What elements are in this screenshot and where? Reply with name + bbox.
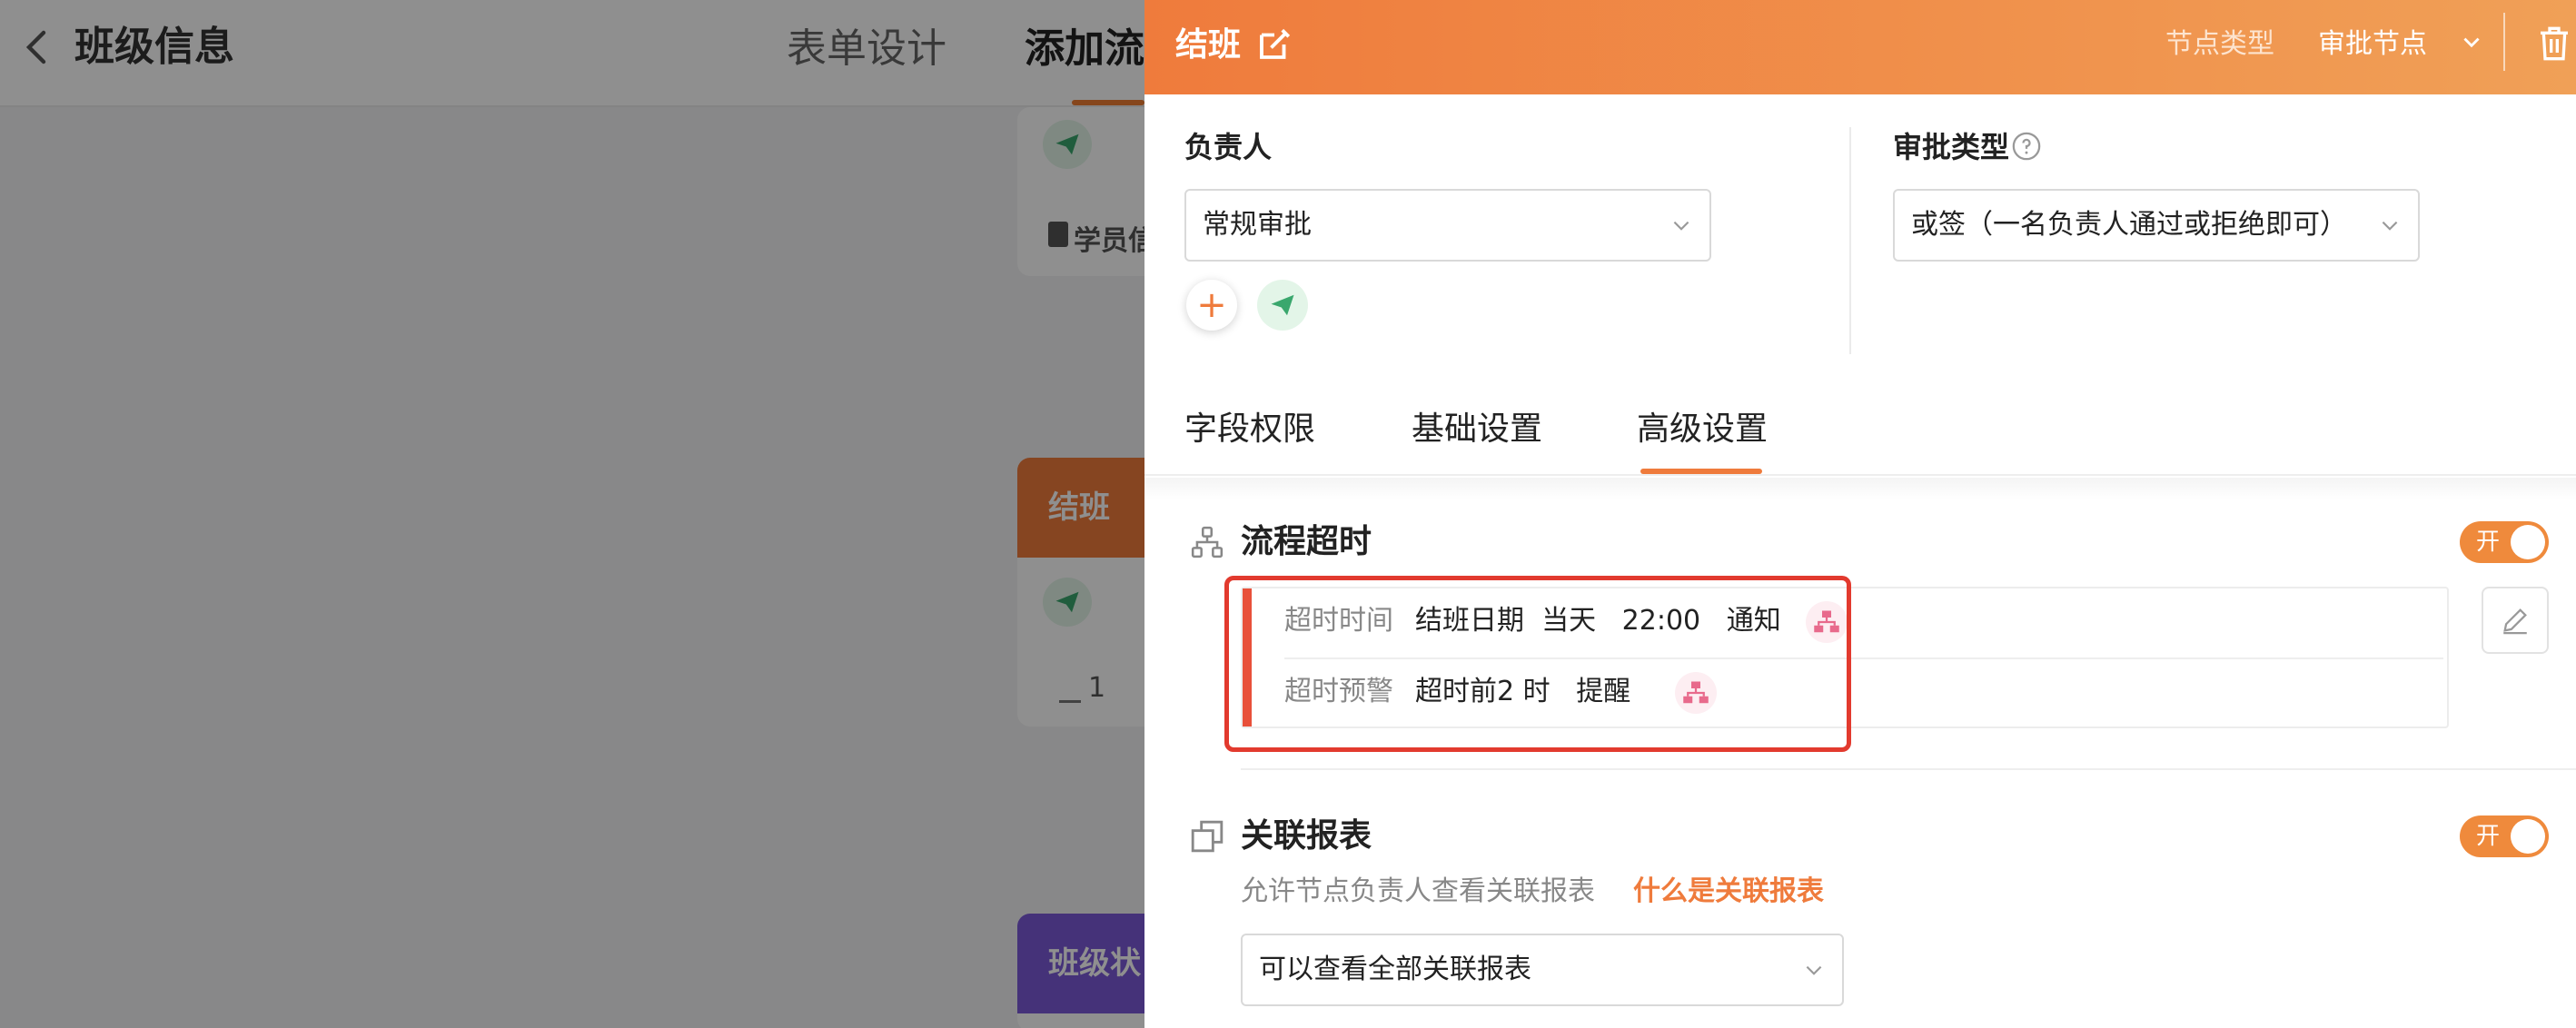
send-icon — [1271, 294, 1294, 316]
toggle-knob — [2511, 819, 2545, 854]
owner-select-value: 常规审批 — [1203, 209, 1312, 241]
tab-field-permissions[interactable]: 字段权限 — [1184, 407, 1315, 452]
node-type-select[interactable]: 审批节点 — [2318, 22, 2427, 67]
approval-type-select[interactable]: 或签（一名负责人通过或拒绝即可） — [1893, 189, 2420, 262]
what-is-report-link[interactable]: 什么是关联报表 — [1633, 872, 1824, 912]
toggle-label: 开 — [2476, 823, 2501, 850]
chevron-down-icon — [2382, 221, 2398, 231]
approval-type-label: 审批类型 — [1893, 130, 2010, 164]
linked-report-icon — [1190, 819, 1224, 854]
tab-advanced-settings[interactable]: 高级设置 — [1637, 407, 1768, 452]
timeout-section-title: 流程超时 — [1241, 523, 1372, 560]
tabs-shadow — [1144, 478, 2576, 499]
chevron-down-icon — [1806, 965, 1822, 975]
modal-overlay[interactable] — [0, 0, 1144, 1028]
header-divider — [2503, 13, 2505, 71]
drawer-header: 结班 节点类型 审批节点 — [1144, 0, 2576, 94]
pencil-icon — [2503, 608, 2527, 635]
chevron-down-icon[interactable] — [2460, 31, 2483, 54]
timeout-toggle[interactable]: 开 — [2460, 521, 2549, 563]
owner-label: 负责人 — [1184, 130, 1273, 164]
settings-tabs: 字段权限 基础设置 高级设置 — [1144, 381, 2576, 476]
node-settings-drawer: 结班 节点类型 审批节点 负责人 常规审批 + 审批类型 或签（一名负责人通过或… — [1144, 0, 2576, 1028]
edit-timeout-button[interactable] — [2482, 587, 2549, 654]
drawer-title: 结班 — [1175, 26, 1242, 64]
toggle-knob — [2511, 525, 2545, 559]
trash-icon[interactable] — [2536, 24, 2572, 64]
report-scope-select[interactable]: 可以查看全部关联报表 — [1241, 934, 1844, 1006]
send-notify-button[interactable] — [1257, 280, 1308, 331]
add-owner-button[interactable]: + — [1186, 280, 1237, 331]
report-scope-value: 可以查看全部关联报表 — [1259, 954, 1531, 985]
annotation-highlight-box — [1224, 576, 1851, 752]
help-icon[interactable] — [2011, 131, 2042, 162]
tab-basic-settings[interactable]: 基础设置 — [1412, 407, 1542, 452]
flow-icon — [1190, 525, 1224, 559]
chevron-down-icon — [1673, 221, 1689, 231]
edit-title-icon[interactable] — [1255, 25, 1293, 64]
approval-type-value: 或签（一名负责人通过或拒绝即可） — [1911, 209, 2347, 241]
report-toggle[interactable]: 开 — [2460, 815, 2549, 857]
vertical-divider — [1849, 127, 1851, 354]
owner-select[interactable]: 常规审批 — [1184, 189, 1711, 262]
section-divider — [1241, 768, 2576, 770]
node-type-label: 节点类型 — [2165, 28, 2274, 60]
report-section-title: 关联报表 — [1241, 817, 1372, 855]
toggle-label: 开 — [2476, 529, 2501, 556]
report-description: 允许节点负责人查看关联报表 — [1241, 875, 1595, 907]
active-tab-underline — [1640, 469, 1762, 474]
